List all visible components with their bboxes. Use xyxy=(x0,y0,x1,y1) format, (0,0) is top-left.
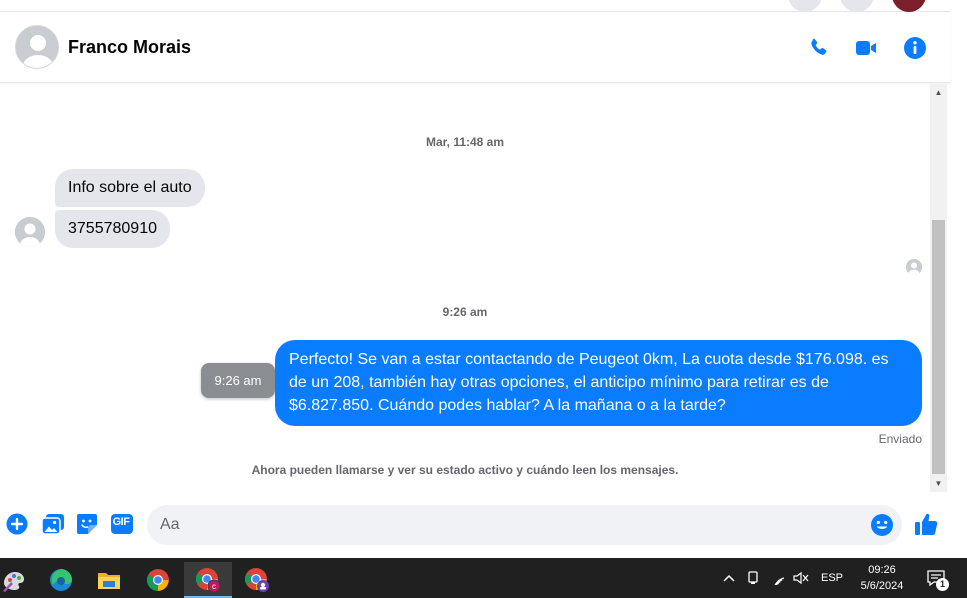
image-icon[interactable] xyxy=(41,512,65,536)
chat-notice: Ahora pueden llamarse y ver su estado ac… xyxy=(251,463,679,477)
wifi-icon[interactable] xyxy=(771,558,787,598)
gif-label: GIF xyxy=(112,516,130,528)
system-clock[interactable]: 09:26 5/6/2024 xyxy=(850,562,914,594)
scroll-up-arrow-icon[interactable]: ▲ xyxy=(930,84,947,101)
emoji-icon[interactable] xyxy=(870,513,894,537)
show-hidden-icons-chevron-icon[interactable] xyxy=(722,558,736,598)
toolbar-circle-button[interactable] xyxy=(840,0,874,12)
clock-date: 5/6/2024 xyxy=(860,580,904,592)
volume-muted-icon[interactable] xyxy=(792,558,810,598)
timestamp-separator: Mar, 11:48 am xyxy=(425,135,505,149)
delivery-status: Enviado xyxy=(878,432,922,446)
message-input-box[interactable] xyxy=(147,505,902,545)
sticker-icon[interactable] xyxy=(75,512,99,536)
chrome-icon[interactable] xyxy=(134,562,182,598)
clock-time: 09:26 xyxy=(868,564,896,576)
contact-avatar[interactable] xyxy=(15,25,59,69)
messenger-window: Franco Morais Mar, 11:48 am Info sobre e… xyxy=(0,0,967,598)
contact-name[interactable]: Franco Morais xyxy=(68,37,191,58)
message-input[interactable] xyxy=(160,505,850,545)
chat-scrollbar[interactable]: ▲ ▼ xyxy=(930,84,947,492)
phone-icon[interactable] xyxy=(805,35,831,61)
scroll-thumb[interactable] xyxy=(932,220,945,474)
paint-icon[interactable] xyxy=(0,562,38,598)
language-indicator[interactable]: ESP xyxy=(821,558,843,598)
message-composer: GIF xyxy=(0,498,950,556)
toolbar-circle-button[interactable] xyxy=(788,0,822,12)
scroll-down-arrow-icon[interactable]: ▼ xyxy=(930,475,947,492)
edge-icon[interactable] xyxy=(37,562,85,598)
chat-header: Franco Morais xyxy=(0,13,950,83)
message-time-tooltip: 9:26 am xyxy=(201,363,275,398)
seen-avatar-icon xyxy=(906,259,922,275)
profile-avatar[interactable] xyxy=(892,0,926,12)
device-icon[interactable] xyxy=(746,558,760,598)
gif-icon[interactable]: GIF xyxy=(109,512,135,536)
windows-taskbar: c ESP 09:26 5/6/2024 1 xyxy=(0,558,967,598)
timestamp-separator: 9:26 am xyxy=(442,305,488,319)
info-icon[interactable] xyxy=(902,35,928,61)
message-list: Mar, 11:48 am Info sobre el auto 3755780… xyxy=(0,84,930,494)
incoming-message[interactable]: Info sobre el auto xyxy=(55,169,205,207)
chrome-incognito-icon[interactable] xyxy=(233,562,281,598)
incoming-message[interactable]: 3755780910 xyxy=(55,210,170,248)
top-toolbar-strip xyxy=(0,0,950,12)
chrome-profile-icon[interactable]: c xyxy=(184,562,232,598)
file-explorer-icon[interactable] xyxy=(85,562,133,598)
video-icon[interactable] xyxy=(853,35,879,61)
svg-text:c: c xyxy=(212,582,216,591)
outgoing-message[interactable]: Perfecto! Se van a estar contactando de … xyxy=(275,340,922,426)
plus-icon[interactable] xyxy=(5,512,29,536)
notification-count-badge: 1 xyxy=(936,578,949,591)
sender-avatar[interactable] xyxy=(15,217,45,247)
like-icon[interactable] xyxy=(913,511,939,537)
